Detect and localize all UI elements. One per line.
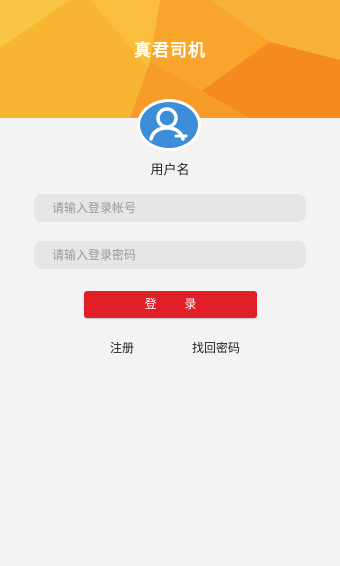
forgot-password-link[interactable]: 找回密码: [192, 339, 240, 356]
login-screen: 真君司机 用户名 登 录 注册 找回密码: [0, 0, 340, 566]
account-input[interactable]: [34, 194, 306, 222]
username-label: 用户名: [150, 163, 190, 178]
app-title: 真君司机: [134, 41, 206, 61]
password-input[interactable]: [34, 241, 306, 269]
user-avatar-icon: [136, 98, 202, 152]
login-button[interactable]: 登 录: [84, 291, 257, 318]
register-link[interactable]: 注册: [110, 339, 134, 356]
